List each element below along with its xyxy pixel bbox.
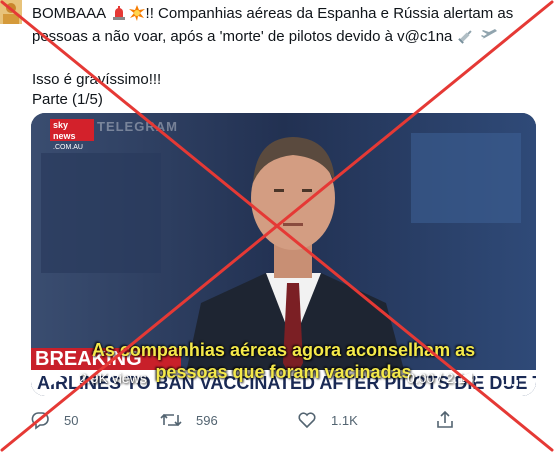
like-button[interactable]: 1.1K xyxy=(297,405,358,435)
reply-count: 50 xyxy=(64,412,79,428)
like-icon xyxy=(297,410,317,430)
avatar[interactable] xyxy=(0,0,22,24)
share-icon xyxy=(435,410,455,430)
alarm-light-icon xyxy=(111,5,127,27)
like-count: 1.1K xyxy=(331,412,358,428)
channel-logo: sky news .COM.AU xyxy=(50,119,94,151)
explosion-icon xyxy=(128,5,145,27)
play-icon[interactable] xyxy=(47,369,65,387)
video-controls: 2.9K views 0:00 / 2:18 xyxy=(31,360,536,396)
subtitle-line-1: As companhias aéreas agora aconselham as xyxy=(91,340,476,360)
tweet-headline: BOMBAAA xyxy=(32,5,106,22)
retweet-count: 596 xyxy=(196,412,218,428)
reply-button[interactable]: 50 xyxy=(30,405,78,435)
tweet-line-2-text: pessoas a não voar, após a 'morte' de pi… xyxy=(32,28,453,45)
channel-watermark: TELEGRAM xyxy=(97,119,178,134)
tweet-text: BOMBAAA !! Companhias aéreas da Espanha … xyxy=(32,4,547,110)
tweet-line-4: Parte (1/5) xyxy=(32,91,103,108)
view-count: 2.9K views xyxy=(79,370,147,386)
fullscreen-icon[interactable] xyxy=(501,369,519,387)
share-button[interactable] xyxy=(435,405,455,435)
tweet-line-3: Isso é gravíssimo!!! xyxy=(32,71,162,88)
retweet-icon xyxy=(160,410,182,430)
video-player[interactable]: sky news .COM.AU TELEGRAM BREAKING NEWS … xyxy=(31,113,536,396)
tweet-line-2: pessoas a não voar, após a 'morte' de pi… xyxy=(32,27,547,50)
syringe-icon xyxy=(457,28,474,50)
reply-icon xyxy=(30,410,50,430)
airplane-icon xyxy=(480,28,498,50)
tweet-line-1-text: !! Companhias aéreas da Espanha e Rússia… xyxy=(145,5,514,22)
tweet-action-bar: 50 596 1.1K xyxy=(0,405,554,435)
retweet-button[interactable]: 596 xyxy=(160,405,218,435)
tweet-line-1: BOMBAAA !! Companhias aéreas da Espanha … xyxy=(32,4,547,27)
volume-icon[interactable] xyxy=(461,369,481,387)
